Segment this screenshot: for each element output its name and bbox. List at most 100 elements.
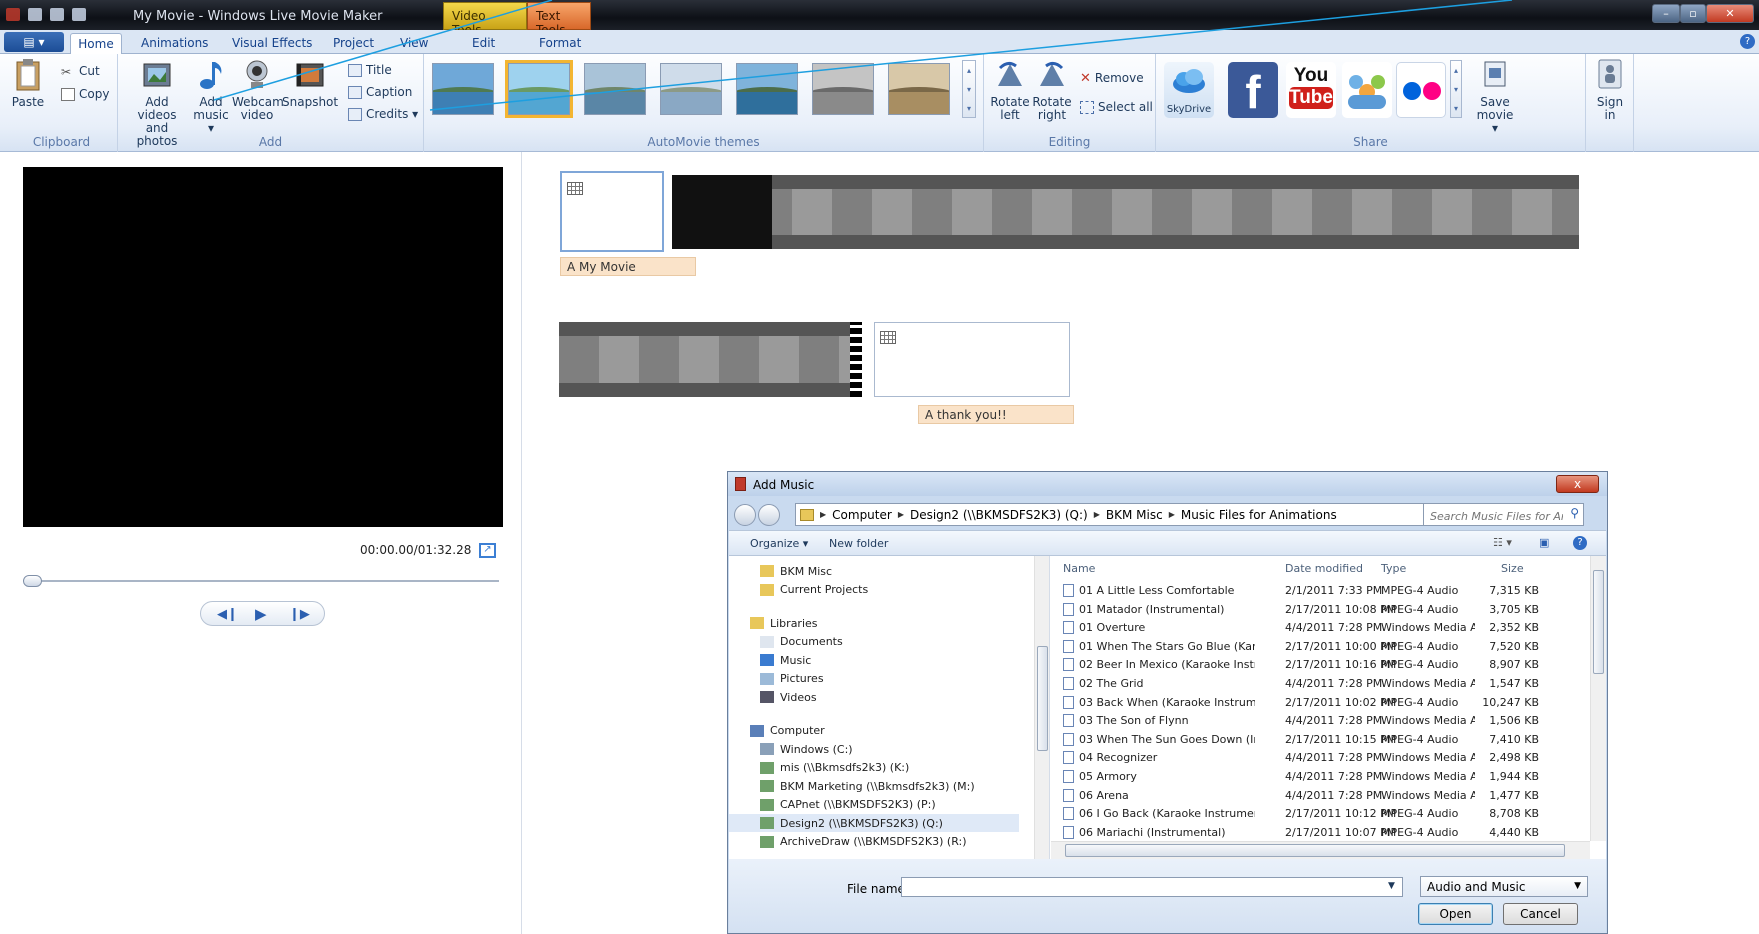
nav-item[interactable]: Current Projects bbox=[729, 581, 868, 599]
scroll-thumb[interactable] bbox=[1593, 570, 1604, 674]
end-card-clip[interactable] bbox=[874, 322, 1070, 397]
maximize-button[interactable]: ▫ bbox=[1680, 4, 1706, 23]
breadcrumb-computer[interactable]: Computer bbox=[832, 508, 892, 522]
nav-item[interactable]: ArchiveDraw (\\BKMSDFS2K3) (R:) bbox=[729, 833, 967, 851]
title-caption-box[interactable]: A My Movie bbox=[560, 257, 696, 276]
file-row[interactable]: 06 Mariachi (Instrumental) 2/17/2011 10:0… bbox=[1051, 824, 1591, 842]
preview-pane-icon[interactable]: ▣ bbox=[1539, 536, 1549, 549]
caption-button[interactable]: Caption bbox=[348, 83, 412, 101]
column-header-name[interactable]: Name bbox=[1063, 562, 1095, 575]
tab-project[interactable]: Project bbox=[333, 33, 374, 54]
seek-bar[interactable] bbox=[25, 580, 499, 582]
file-row[interactable]: 02 Beer In Mexico (Karaoke Instrumen 2/17… bbox=[1051, 656, 1591, 674]
file-name-input[interactable] bbox=[901, 877, 1403, 897]
file-row[interactable]: 04 Recognizer 4/4/2011 7:28 PM Windows Med… bbox=[1051, 749, 1591, 767]
save-movie-button[interactable]: Save movie ▾ bbox=[1474, 58, 1516, 135]
cancel-button[interactable]: Cancel bbox=[1503, 903, 1578, 925]
nav-item[interactable]: BKM Misc bbox=[729, 562, 832, 580]
file-name-dropdown-icon[interactable]: ▼ bbox=[1388, 881, 1395, 891]
rotate-right-button[interactable]: Rotate right bbox=[1032, 58, 1072, 122]
redo-icon[interactable] bbox=[72, 8, 86, 21]
back-button[interactable] bbox=[734, 504, 756, 526]
file-menu-button[interactable]: ▤ ▾ bbox=[4, 32, 64, 52]
column-header-size[interactable]: Size bbox=[1501, 562, 1524, 575]
help-icon[interactable]: ? bbox=[1573, 536, 1587, 550]
forward-button[interactable] bbox=[758, 504, 780, 526]
undo-icon[interactable] bbox=[50, 8, 64, 21]
add-music-button[interactable]: Add music ▾ bbox=[190, 58, 232, 135]
nav-item[interactable]: Videos bbox=[729, 688, 817, 706]
automovie-theme-5[interactable] bbox=[736, 63, 798, 115]
text-tools-context-tab[interactable]: Text Tools bbox=[527, 2, 591, 37]
file-row[interactable]: 03 When The Sun Goes Down (In the St 2/17… bbox=[1051, 731, 1591, 749]
file-row[interactable]: 06 I Go Back (Karaoke Instrumental T 2/17… bbox=[1051, 805, 1591, 823]
file-list-horizontal-scrollbar[interactable] bbox=[1051, 841, 1590, 859]
select-all-button[interactable]: Select all bbox=[1080, 98, 1153, 116]
automovie-theme-2[interactable] bbox=[505, 60, 573, 118]
organize-button[interactable]: Organize ▾ bbox=[750, 537, 808, 550]
address-bar[interactable]: ▶ Computer ▶ Design2 (\\BKMSDFS2K3) (Q:)… bbox=[795, 503, 1459, 526]
automovie-theme-3[interactable] bbox=[584, 63, 646, 115]
file-row[interactable]: 01 Matador (Instrumental) 2/17/2011 10:08… bbox=[1051, 601, 1591, 619]
flickr-button[interactable] bbox=[1396, 62, 1446, 118]
nav-item[interactable]: Computer bbox=[729, 722, 825, 740]
file-list-vertical-scrollbar[interactable] bbox=[1590, 556, 1606, 841]
new-folder-button[interactable]: New folder bbox=[829, 537, 888, 550]
scroll-thumb[interactable] bbox=[1065, 844, 1565, 857]
nav-item[interactable]: Pictures bbox=[729, 670, 824, 688]
video-preview[interactable] bbox=[23, 167, 503, 527]
close-button[interactable]: ✕ bbox=[1706, 4, 1754, 23]
file-row[interactable]: 02 The Grid 4/4/2011 7:28 PM Windows Media… bbox=[1051, 675, 1591, 693]
file-row[interactable]: 06 Arena 4/4/2011 7:28 PMWindows Media A.… bbox=[1051, 787, 1591, 805]
minimize-button[interactable]: – bbox=[1652, 4, 1680, 23]
tab-edit[interactable]: Edit bbox=[472, 33, 495, 54]
video-clip-1[interactable] bbox=[672, 175, 1579, 249]
nav-item[interactable]: CAPnet (\\BKMSDFS2K3) (P:) bbox=[729, 796, 936, 814]
nav-item[interactable]: BKM Marketing (\\Bkmsdfs2k3) (M:) bbox=[729, 777, 975, 795]
fullscreen-icon[interactable]: ↗ bbox=[479, 543, 496, 558]
remove-button[interactable]: ✕ Remove bbox=[1080, 69, 1144, 87]
automovie-theme-6[interactable] bbox=[812, 63, 874, 115]
facebook-button[interactable]: f bbox=[1228, 62, 1278, 118]
youtube-button[interactable]: You Tube bbox=[1286, 62, 1336, 118]
copy-button[interactable]: Copy bbox=[61, 85, 109, 103]
file-row[interactable]: 01 Overture 4/4/2011 7:28 PM Windows Media… bbox=[1051, 619, 1591, 637]
tab-home[interactable]: Home bbox=[70, 33, 122, 54]
file-type-select[interactable]: Audio and Music ▼ bbox=[1420, 876, 1588, 897]
next-frame-icon[interactable]: ❙▶ bbox=[289, 607, 310, 622]
themes-gallery-scroller[interactable]: ▴ ▾ ▾ bbox=[962, 60, 976, 118]
video-clip-2[interactable] bbox=[559, 322, 862, 397]
app-icon[interactable] bbox=[6, 8, 20, 21]
nav-item[interactable]: Documents bbox=[729, 633, 843, 651]
breadcrumb-bkm-misc[interactable]: BKM Misc bbox=[1106, 508, 1163, 522]
credits-button[interactable]: Credits ▾ bbox=[348, 105, 418, 123]
save-icon[interactable] bbox=[28, 8, 42, 21]
video-tools-context-tab[interactable]: Video Tools bbox=[443, 2, 527, 37]
nav-item[interactable]: Windows (C:) bbox=[729, 740, 853, 758]
sign-in-button[interactable]: Sign in bbox=[1592, 58, 1628, 122]
previous-frame-icon[interactable]: ◀❙ bbox=[217, 607, 238, 622]
webcam-video-button[interactable]: Webcam video bbox=[232, 58, 284, 122]
tab-visual-effects[interactable]: Visual Effects bbox=[232, 33, 312, 54]
open-button[interactable]: Open bbox=[1418, 903, 1493, 925]
file-row[interactable]: 05 Armory 4/4/2011 7:28 PM Windows Media A… bbox=[1051, 768, 1591, 786]
file-row[interactable]: 01 A Little Less Comfortable 2/1/2011 7:3… bbox=[1051, 582, 1591, 600]
dialog-close-button[interactable]: x bbox=[1556, 475, 1599, 493]
end-caption-box[interactable]: A thank you!! bbox=[918, 405, 1074, 424]
automovie-theme-4[interactable] bbox=[660, 63, 722, 115]
scroll-thumb[interactable] bbox=[1037, 646, 1048, 751]
help-icon[interactable]: ? bbox=[1740, 34, 1755, 49]
cut-button[interactable]: ✂ Cut bbox=[61, 62, 100, 80]
tab-format[interactable]: Format bbox=[539, 33, 581, 54]
nav-item[interactable]: Design2 (\\BKMSDFS2K3) (Q:) bbox=[729, 814, 1019, 832]
paste-button[interactable]: Paste bbox=[10, 58, 46, 109]
pane-divider[interactable] bbox=[521, 152, 522, 934]
nav-item[interactable]: Music bbox=[729, 651, 811, 669]
rotate-left-button[interactable]: Rotate left bbox=[990, 58, 1030, 122]
file-row[interactable]: 01 When The Stars Go Blue (Karaoke I 2/17… bbox=[1051, 638, 1591, 656]
file-row[interactable]: 03 The Son of Flynn 4/4/2011 7:28 PM Windo… bbox=[1051, 712, 1591, 730]
snapshot-button[interactable]: Snapshot bbox=[282, 58, 338, 109]
automovie-theme-7[interactable] bbox=[888, 63, 950, 115]
tab-animations[interactable]: Animations bbox=[141, 33, 208, 54]
tab-view[interactable]: View bbox=[400, 33, 428, 54]
